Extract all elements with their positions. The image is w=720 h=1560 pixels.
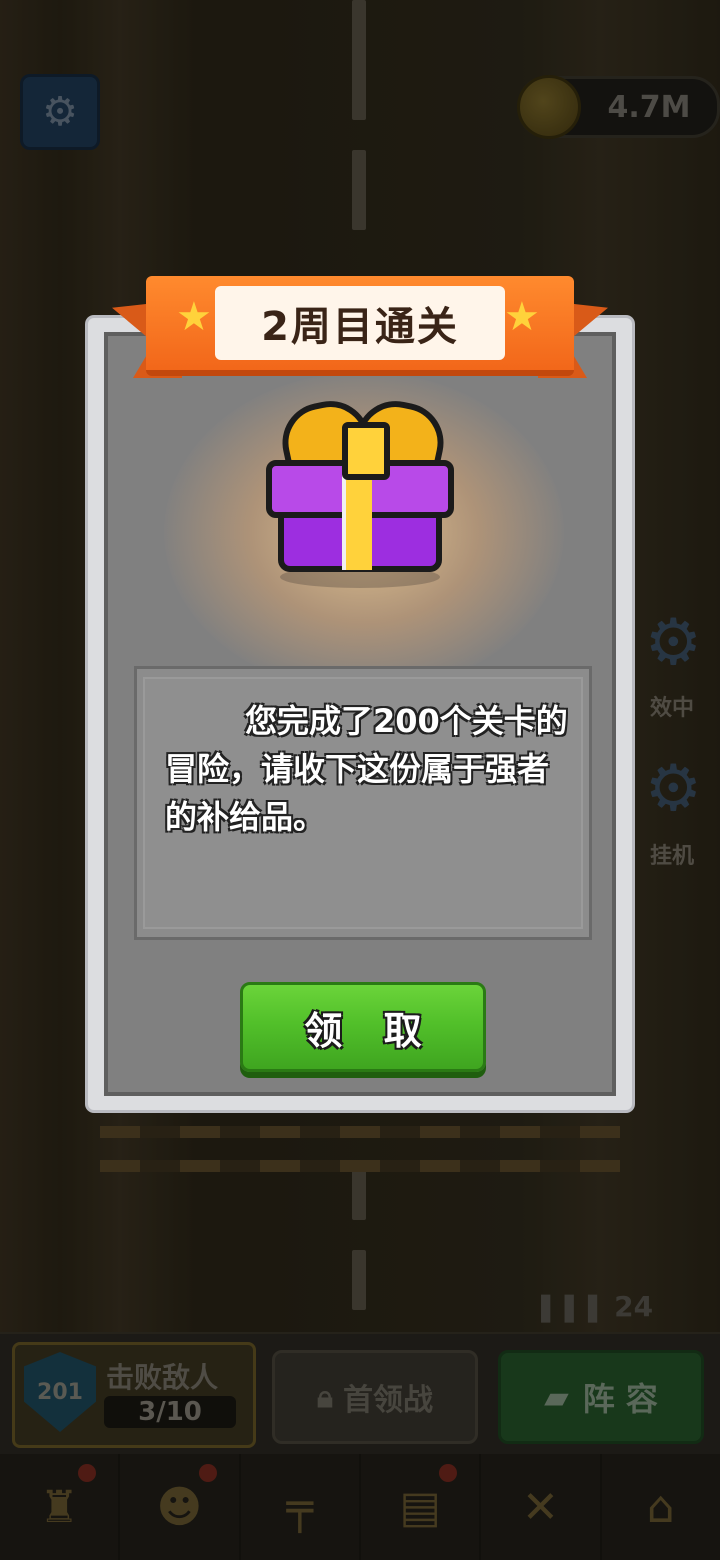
message-box: 您完成了200个关卡的冒险，请收下这份属于强者的补给品。: [134, 666, 592, 940]
message-box-inner: 您完成了200个关卡的冒险，请收下这份属于强者的补给品。: [143, 677, 583, 929]
gift-ribbon: [342, 466, 372, 570]
gift-icon: [264, 393, 456, 590]
title-plate: 2周目通关: [215, 286, 505, 360]
claim-button[interactable]: 领 取: [240, 982, 486, 1072]
reward-message: 您完成了200个关卡的冒险，请收下这份属于强者的补给品。: [165, 702, 568, 836]
star-icon: ★: [176, 294, 212, 340]
gift-knot: [342, 422, 390, 480]
star-icon: ★: [504, 294, 540, 340]
claim-label: 领 取: [304, 1008, 436, 1053]
dialog-title: 2周目通关: [261, 304, 459, 350]
